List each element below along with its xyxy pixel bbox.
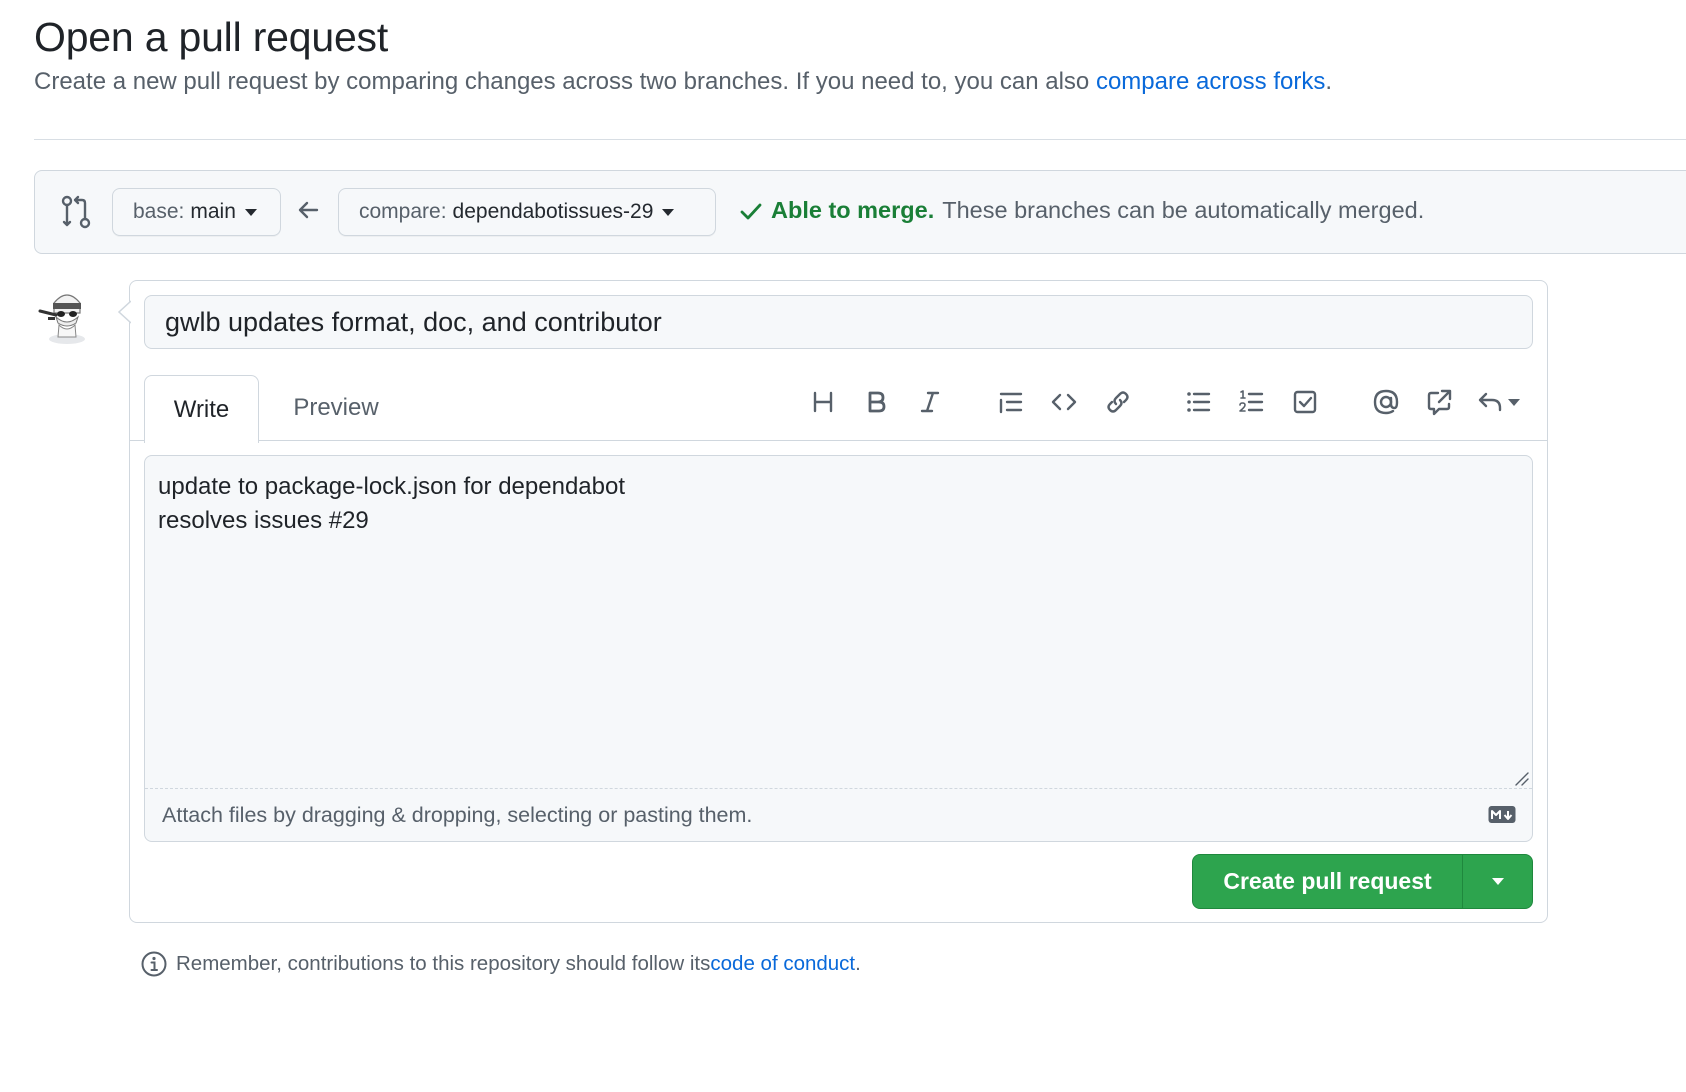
arrow-left-icon xyxy=(298,201,319,219)
compare-branch-prefix: compare: xyxy=(359,200,447,223)
contribution-note: Remember, contributions to this reposito… xyxy=(140,950,861,978)
comment-body-box: update to package-lock.json for dependab… xyxy=(144,455,1533,842)
task-list-icon[interactable] xyxy=(1288,385,1322,419)
bold-icon[interactable] xyxy=(859,385,893,419)
merge-status: Able to merge. These branches can be aut… xyxy=(739,197,1424,224)
header-divider xyxy=(34,139,1686,140)
ordered-list-icon[interactable] xyxy=(1234,385,1268,419)
cross-reference-icon[interactable] xyxy=(1422,385,1456,419)
compare-branch-select[interactable]: compare: dependabotissues-29 xyxy=(338,188,716,236)
merge-ok-label: Able to merge. xyxy=(771,197,935,223)
check-icon xyxy=(740,203,762,219)
contribution-note-end: . xyxy=(855,952,861,975)
create-options-dropdown[interactable] xyxy=(1463,855,1532,908)
pull-request-composer: Write Preview update to package-lock.jso… xyxy=(129,280,1548,923)
chevron-down-icon xyxy=(244,208,257,216)
contribution-note-text: Remember, contributions to this reposito… xyxy=(176,952,711,975)
resize-handle-icon[interactable] xyxy=(1513,770,1529,786)
info-icon xyxy=(141,951,167,977)
base-branch-select[interactable]: base: main xyxy=(112,188,281,236)
chevron-down-icon xyxy=(1491,878,1504,885)
base-branch-name: main xyxy=(190,200,236,223)
pull-request-title-input[interactable] xyxy=(144,295,1533,349)
subtitle-end: . xyxy=(1325,68,1333,95)
page-title: Open a pull request xyxy=(34,14,389,60)
italic-icon[interactable] xyxy=(913,385,947,419)
markdown-icon[interactable] xyxy=(1488,805,1516,825)
link-icon[interactable] xyxy=(1101,385,1135,419)
create-pull-request-button[interactable]: Create pull request xyxy=(1193,855,1463,908)
code-icon[interactable] xyxy=(1047,385,1081,419)
chevron-down-icon xyxy=(662,208,675,216)
code-of-conduct-link[interactable]: code of conduct xyxy=(710,952,855,976)
quote-icon[interactable] xyxy=(994,385,1028,419)
heading-icon[interactable] xyxy=(806,385,840,419)
create-pull-request-button-group: Create pull request xyxy=(1192,854,1533,909)
mention-icon[interactable] xyxy=(1369,385,1403,419)
composer-pointer xyxy=(117,300,131,324)
base-branch-prefix: base: xyxy=(133,200,185,223)
tab-preview[interactable]: Preview xyxy=(280,375,392,441)
subtitle-text: Create a new pull request by comparing c… xyxy=(34,68,1096,95)
tab-write[interactable]: Write xyxy=(144,375,259,443)
unordered-list-icon[interactable] xyxy=(1181,385,1215,419)
attach-files-text: Attach files by dragging & dropping, sel… xyxy=(162,802,753,827)
compare-bar: base: main compare: dependabotissues-29 … xyxy=(34,170,1686,254)
pull-request-body-input[interactable]: update to package-lock.json for dependab… xyxy=(145,456,1532,788)
compare-branch-name: dependabotissues-29 xyxy=(452,200,654,223)
chevron-down-icon xyxy=(1508,398,1520,406)
attach-files-bar[interactable]: Attach files by dragging & dropping, sel… xyxy=(145,788,1532,841)
avatar[interactable] xyxy=(34,281,100,347)
page-subtitle: Create a new pull request by comparing c… xyxy=(34,68,1332,96)
compare-branches-icon xyxy=(61,195,91,229)
reply-icon[interactable] xyxy=(1476,385,1530,419)
compare-across-forks-link[interactable]: compare across forks xyxy=(1096,68,1325,95)
merge-description: These branches can be automatically merg… xyxy=(942,197,1425,223)
